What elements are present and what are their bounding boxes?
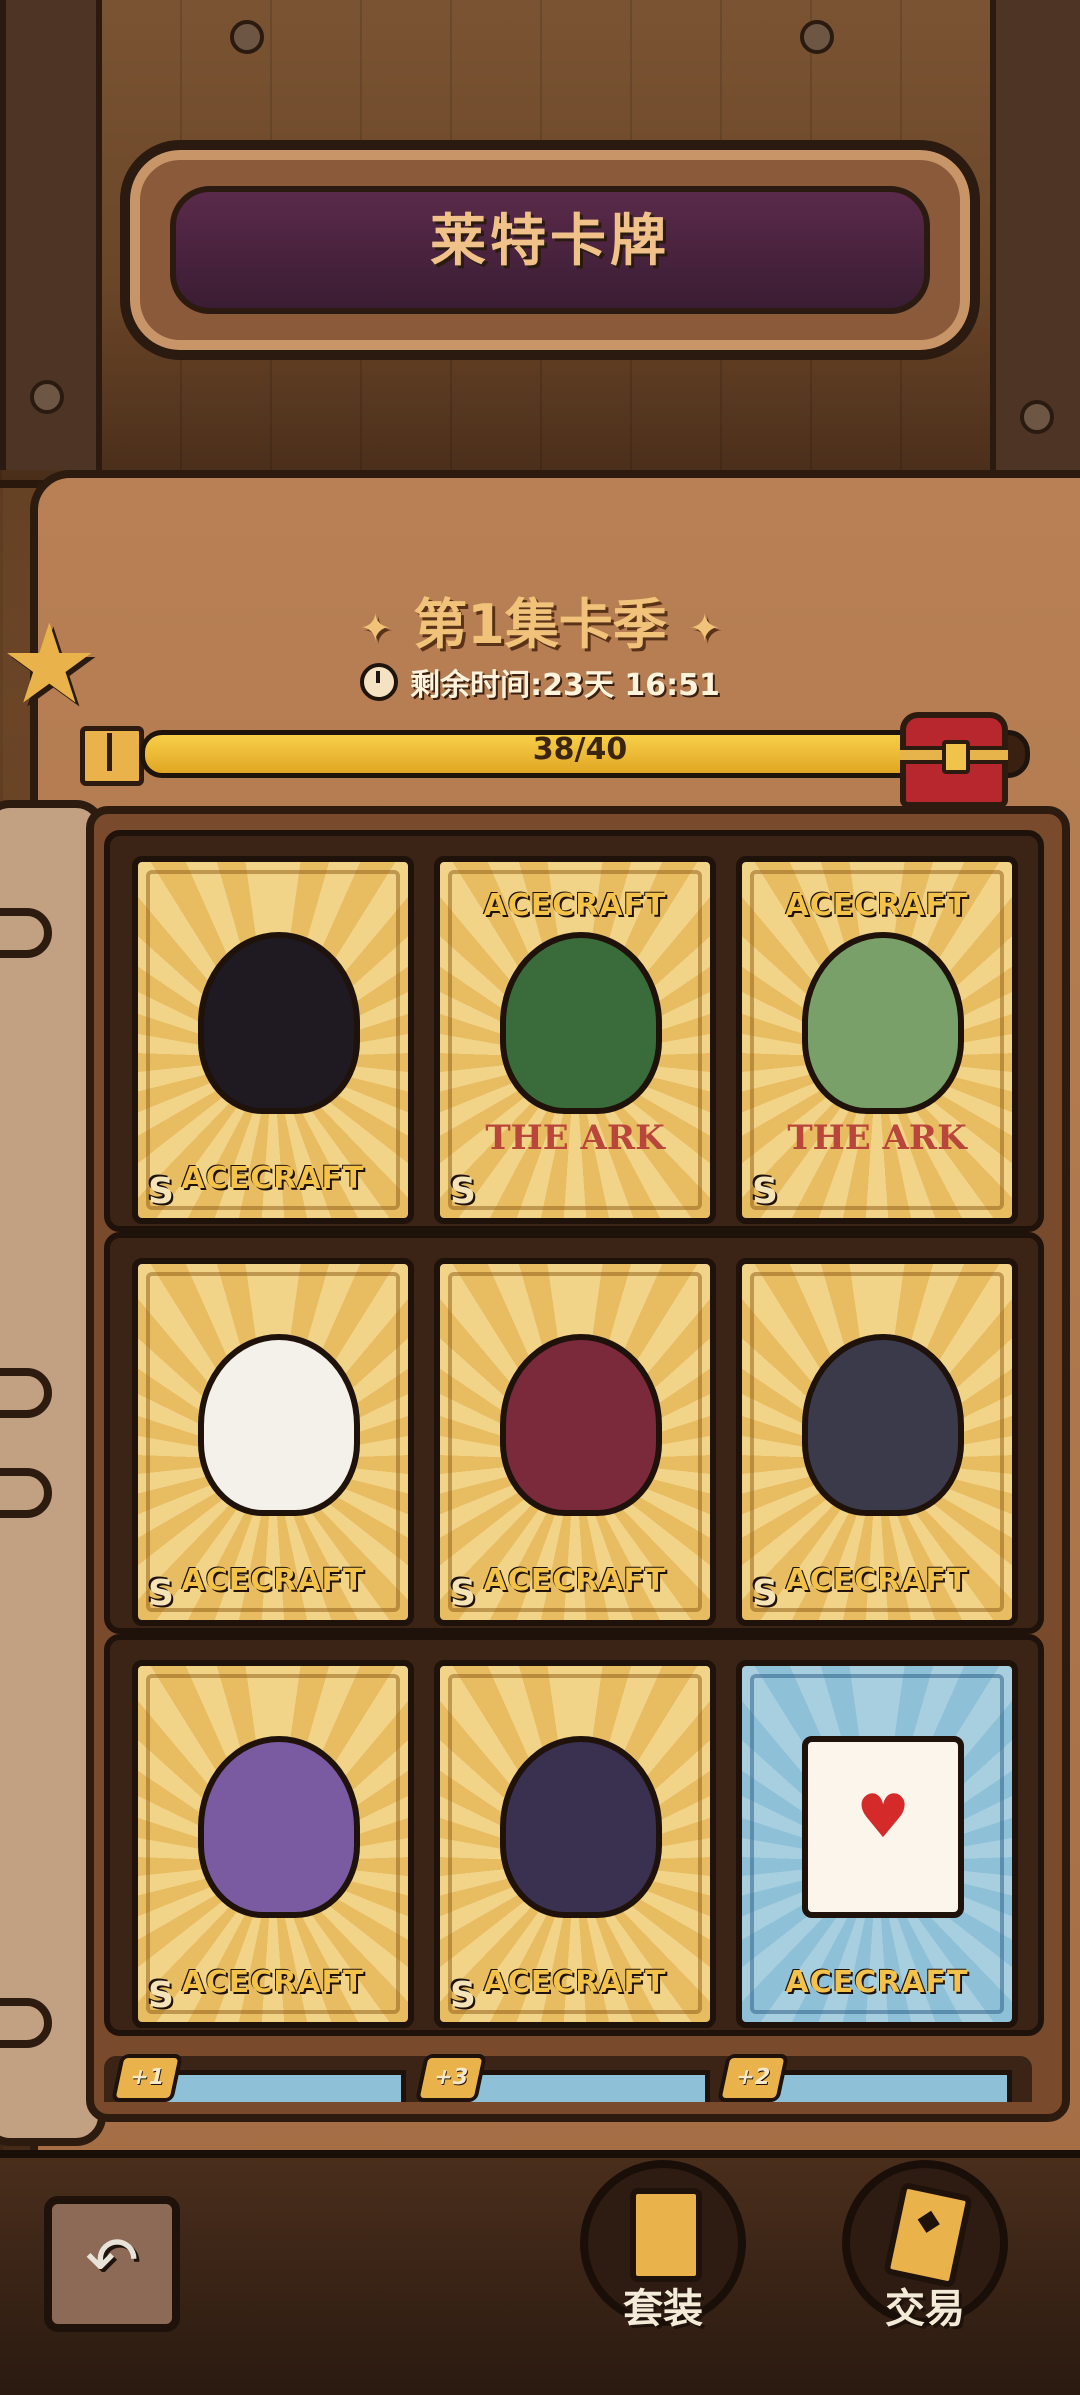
trade-card-icon (883, 2181, 973, 2289)
card-brand-label: ACECRAFT (483, 1563, 667, 1598)
collection-card[interactable]: ACECRAFT S (132, 856, 414, 1224)
card-rank-badge: S (148, 1573, 174, 1614)
progress-text: 38/40 (532, 732, 628, 767)
bat-cat-character-icon (500, 1334, 662, 1516)
mountain-ghost-character-icon (198, 1334, 360, 1516)
trade-button[interactable]: 交易 (842, 2160, 1008, 2332)
card-rank-badge: S (752, 1573, 778, 1614)
set-button[interactable]: 套装 (580, 2160, 746, 2332)
anubis-character-icon (802, 1334, 964, 1516)
page-title: 莱特卡牌 (430, 209, 670, 274)
season-title-row: ✦ 第1集卡季 ✦ (0, 580, 1080, 659)
collection-card[interactable]: ACECRAFT S (434, 1660, 716, 2028)
playing-card-character-icon: ♥ (802, 1736, 964, 1918)
crown-king-character-icon (198, 932, 360, 1114)
duplicate-count-badge: +3 (414, 2054, 488, 2102)
rivet (30, 380, 64, 414)
card-set-icon (630, 2188, 702, 2282)
duplicate-count-badge: +1 (110, 2054, 184, 2102)
card-brand-label: ACECRAFT (785, 1965, 969, 2000)
sparkle-icon: ✦ (688, 606, 721, 651)
purple-robot-character-icon (198, 1736, 360, 1918)
back-button[interactable]: ↶ (44, 2196, 180, 2332)
back-arrow-icon: ↶ (85, 2224, 139, 2298)
diamond-icon (917, 2210, 940, 2233)
card-rank-badge: S (148, 1171, 174, 1212)
rivet (230, 20, 264, 54)
card-subtitle: THE ARK (787, 1118, 967, 1158)
card-rank-badge: S (148, 1975, 174, 2016)
card-brand-label: ACECRAFT (483, 888, 667, 923)
collection-progress: 38/40 (80, 726, 1030, 786)
duplicate-count-badge: +2 (716, 2054, 790, 2102)
card-brand-label: ACECRAFT (483, 1965, 667, 2000)
collection-card[interactable]: ACECRAFT THE ARK S (736, 856, 1018, 1224)
title-plate: 莱特卡牌 (120, 140, 980, 360)
card-rank-badge: S (450, 1573, 476, 1614)
card-rank-badge: S (752, 1171, 778, 1212)
collection-card[interactable]: ACECRAFT THE ARK S (434, 856, 716, 1224)
ark-ship-icon (802, 932, 964, 1114)
clock-icon (360, 663, 399, 701)
trade-button-label: 交易 (885, 2286, 965, 2332)
rivet (1020, 400, 1054, 434)
collection-card[interactable]: ACECRAFT S (736, 1258, 1018, 1626)
collection-card[interactable]: ACECRAFT S (132, 1660, 414, 2028)
card-brand-label: ACECRAFT (181, 1965, 365, 2000)
card-subtitle: THE ARK (485, 1118, 665, 1158)
binder-ring (0, 1468, 52, 1518)
binder-ring (0, 1368, 52, 1418)
collection-card[interactable]: ACECRAFT S (132, 1258, 414, 1626)
card-brand-label: ACECRAFT (785, 888, 969, 923)
binder-ring (0, 908, 52, 958)
timer-text: 剩余时间:23天 16:51 (410, 668, 720, 703)
sparkle-icon: ✦ (359, 606, 392, 651)
season-timer: 剩余时间:23天 16:51 (0, 660, 1080, 704)
collection-card[interactable]: ACECRAFT S (434, 1258, 716, 1626)
season-title: 第1集卡季 (413, 593, 667, 656)
binder-ring (0, 1998, 52, 2048)
card-brand-label: ACECRAFT (181, 1161, 365, 1196)
set-button-label: 套装 (623, 2286, 703, 2332)
album-book-icon[interactable] (80, 726, 144, 786)
card-brand-label: ACECRAFT (181, 1563, 365, 1598)
next-card-row (104, 2056, 1032, 2102)
card-rank-badge: S (450, 1975, 476, 2016)
card-brand-label: ACECRAFT (785, 1563, 969, 1598)
card-rank-badge: S (450, 1171, 476, 1212)
green-helmet-character-icon (500, 932, 662, 1114)
rivet (800, 20, 834, 54)
collection-card[interactable]: ♥ ACECRAFT (736, 1660, 1018, 2028)
witch-character-icon (500, 1736, 662, 1918)
reward-chest-icon[interactable] (900, 712, 1008, 808)
